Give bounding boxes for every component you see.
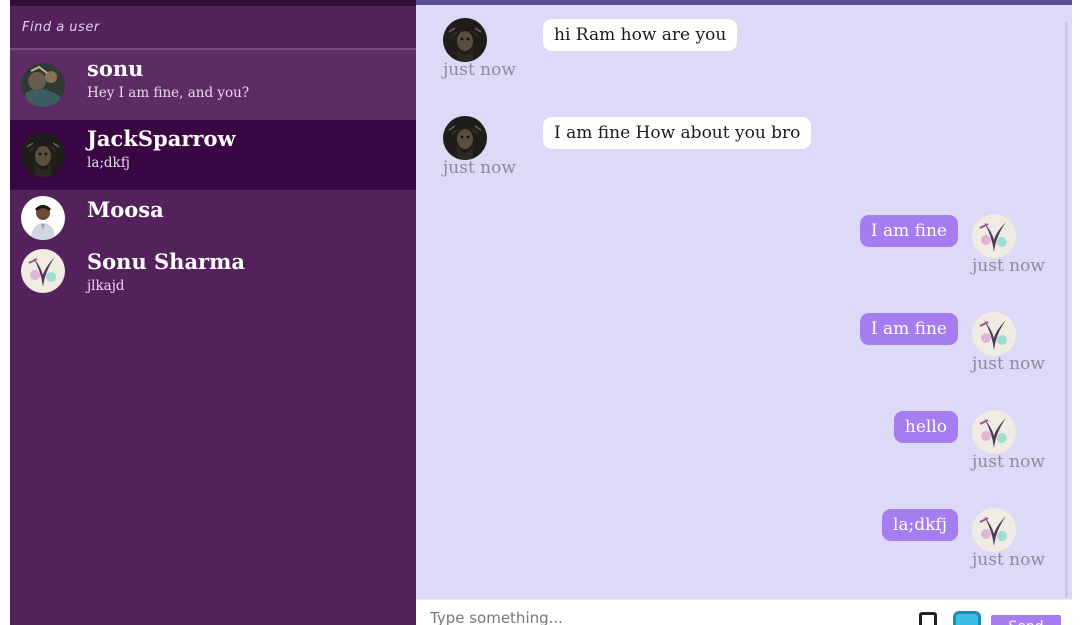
avatar: [21, 133, 65, 177]
message-time: just now: [972, 354, 1045, 374]
message-time: just now: [443, 60, 516, 80]
abstract-avatar-icon: [972, 214, 1016, 258]
abstract-avatar-icon: [972, 410, 1016, 454]
abstract-avatar-icon: [972, 312, 1016, 356]
user-info: Moosa: [87, 197, 164, 225]
chat-panel: just now hi Ram how are you just now I a…: [416, 0, 1072, 625]
scrollbar[interactable]: [1065, 22, 1068, 598]
message-bubble: I am fine: [859, 215, 958, 247]
message-incoming: just now I am fine How about you bro: [416, 103, 1058, 201]
user-item-sonu-sharma[interactable]: Sonu Sharma jlkajd: [10, 243, 416, 313]
message-bubble: hi Ram how are you: [543, 19, 738, 51]
attachment-icon[interactable]: [919, 612, 937, 625]
message-bubble: I am fine How about you bro: [543, 117, 812, 149]
message-time: just now: [443, 158, 516, 178]
user-item-jacksparrow[interactable]: JackSparrow la;dkfj: [10, 120, 416, 190]
message-time: just now: [972, 452, 1045, 472]
user-name: Moosa: [87, 197, 164, 222]
user-info: JackSparrow la;dkfj: [87, 126, 236, 172]
user-item-moosa[interactable]: Moosa: [10, 190, 416, 243]
message-outgoing: I am fine just now: [416, 201, 1058, 299]
message-time: just now: [972, 256, 1045, 276]
pirate-avatar-icon: [443, 18, 487, 62]
user-last-message: Hey I am fine, and you?: [87, 85, 250, 101]
message-composer: Send: [416, 599, 1072, 625]
message-outgoing: I am fine just now: [416, 299, 1058, 397]
message-input[interactable]: [430, 609, 890, 625]
chat-app: sonu Hey I am fine, and you? JackSparrow…: [10, 0, 1072, 625]
user-last-message: jlkajd: [87, 278, 125, 294]
message-bubble: la;dkfj: [881, 509, 958, 541]
user-name: JackSparrow: [87, 126, 236, 151]
user-info: Sonu Sharma jlkajd: [87, 249, 245, 295]
sidebar: sonu Hey I am fine, and you? JackSparrow…: [10, 0, 416, 625]
message-bubble: hello: [893, 411, 958, 443]
message-bubble: I am fine: [859, 313, 958, 345]
pirate-avatar-icon: [21, 133, 65, 177]
find-user-input[interactable]: [22, 19, 416, 35]
message-outgoing: hello just now: [416, 397, 1058, 495]
message-incoming: just now hi Ram how are you: [416, 5, 1058, 103]
message-time: just now: [972, 550, 1045, 570]
message-outgoing: la;dkfj just now: [416, 495, 1058, 593]
avatar: [21, 196, 65, 240]
user-name: sonu: [87, 56, 144, 81]
pirate-avatar-icon: [443, 116, 487, 160]
user-list: sonu Hey I am fine, and you? JackSparrow…: [10, 50, 416, 313]
abstract-avatar-icon: [21, 249, 65, 293]
search-bar: [10, 6, 416, 50]
person-photo-avatar-icon: [21, 196, 65, 240]
user-item-sonu[interactable]: sonu Hey I am fine, and you?: [10, 50, 416, 120]
user-last-message: la;dkfj: [87, 155, 130, 171]
user-info: sonu Hey I am fine, and you?: [87, 56, 249, 102]
image-upload-icon[interactable]: [953, 611, 981, 625]
abstract-avatar-icon: [972, 508, 1016, 552]
send-button[interactable]: Send: [991, 615, 1061, 625]
user-name: Sonu Sharma: [87, 249, 245, 274]
avatar: [21, 63, 65, 107]
artwork-avatar-icon: [21, 63, 65, 107]
message-list[interactable]: just now hi Ram how are you just now I a…: [416, 5, 1058, 599]
avatar: [21, 249, 65, 293]
